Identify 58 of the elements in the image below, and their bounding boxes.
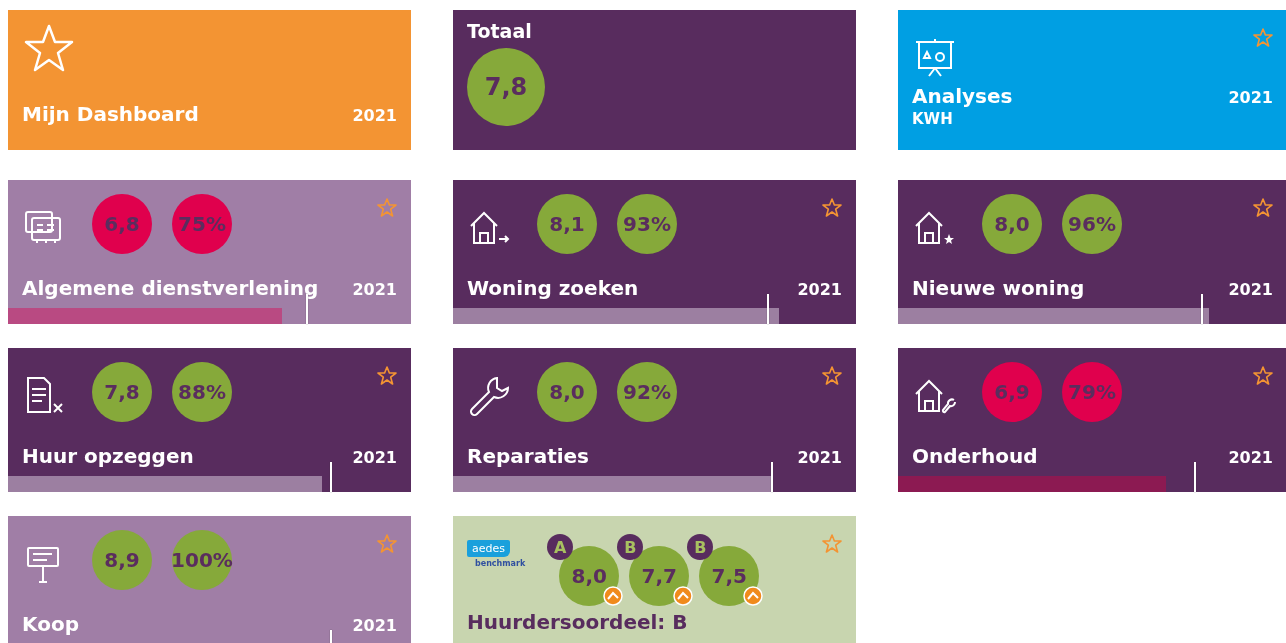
year-label: 2021 xyxy=(1228,448,1273,467)
score-circle: 75% xyxy=(172,194,232,254)
logo-subtext: benchmark xyxy=(475,559,526,568)
score-circle: 93% xyxy=(617,194,677,254)
score-circle: 7,8 xyxy=(92,362,152,422)
dashboard-tile[interactable]: 8,9 100% Koop 2021 xyxy=(8,516,411,643)
category-icon xyxy=(743,586,764,606)
score-circle: 100% xyxy=(172,530,232,590)
dashboard-tile[interactable]: 8,0 96% Nieuwe woning 2021 xyxy=(898,180,1286,324)
tile-title: Onderhoud xyxy=(912,444,1038,468)
year-label: 2021 xyxy=(797,280,842,299)
favorite-star-icon[interactable] xyxy=(822,198,842,217)
score-circle: 8,0 xyxy=(537,362,597,422)
tile-title: Mijn Dashboard xyxy=(22,102,199,126)
dashboard-tile[interactable]: 7,8 88% Huur opzeggen 2021 xyxy=(8,348,411,492)
tile-title: Analyses xyxy=(912,84,1013,108)
score-circle: 96% xyxy=(1062,194,1122,254)
tile-title: Algemene dienstverlening xyxy=(22,276,319,300)
tile-title: Reparaties xyxy=(467,444,590,468)
tile-title: Koop xyxy=(22,612,79,636)
category-icon xyxy=(673,586,694,606)
year-label: 2021 xyxy=(352,616,397,635)
star-icon xyxy=(24,24,74,72)
score-circle: 88% xyxy=(172,362,232,422)
favorite-star-icon[interactable] xyxy=(822,366,842,385)
tile-title: Huurdersoordeel: B xyxy=(467,610,689,634)
tile-title: Nieuwe woning xyxy=(912,276,1085,300)
total-label: Totaal xyxy=(467,20,533,42)
score-circle: 8,0 xyxy=(982,194,1042,254)
score-circle: 79% xyxy=(1062,362,1122,422)
favorite-star-icon[interactable] xyxy=(377,534,397,553)
dashboard-tile[interactable]: 8,0 92% Reparaties 2021 xyxy=(453,348,856,492)
logo-badge: aedes xyxy=(467,540,510,557)
dashboard-tile[interactable]: 8,1 93% Woning zoeken 2021 xyxy=(453,180,856,324)
score-circle: 6,9 xyxy=(982,362,1042,422)
dashboard-tile[interactable]: 6,9 79% Onderhoud 2021 xyxy=(898,348,1286,492)
score-circle: 8,1 xyxy=(537,194,597,254)
tile-subtitle: KWH xyxy=(912,110,954,128)
year-label: 2021 xyxy=(352,280,397,299)
year-label: 2021 xyxy=(352,106,397,125)
grade-circle: 7,8 xyxy=(467,48,545,126)
category-icon xyxy=(603,586,624,606)
year-label: 2021 xyxy=(797,448,842,467)
tile-title: Huur opzeggen xyxy=(22,444,194,468)
score-circle: 6,8 xyxy=(92,194,152,254)
score-circle: 92% xyxy=(617,362,677,422)
score-circle: 8,9 xyxy=(92,530,152,590)
favorite-star-icon[interactable] xyxy=(1253,366,1273,385)
favorite-star-icon[interactable] xyxy=(1253,198,1273,217)
dashboard-tile[interactable]: Totaal 7,8 xyxy=(453,10,856,150)
favorite-star-icon[interactable] xyxy=(377,366,397,385)
favorite-star-icon[interactable] xyxy=(377,198,397,217)
favorite-star-icon[interactable] xyxy=(1253,28,1273,47)
year-label: 2021 xyxy=(1228,88,1273,107)
year-label: 2021 xyxy=(352,448,397,467)
favorite-star-icon[interactable] xyxy=(822,534,842,553)
year-label: 2021 xyxy=(1228,280,1273,299)
tile-title: Woning zoeken xyxy=(467,276,639,300)
